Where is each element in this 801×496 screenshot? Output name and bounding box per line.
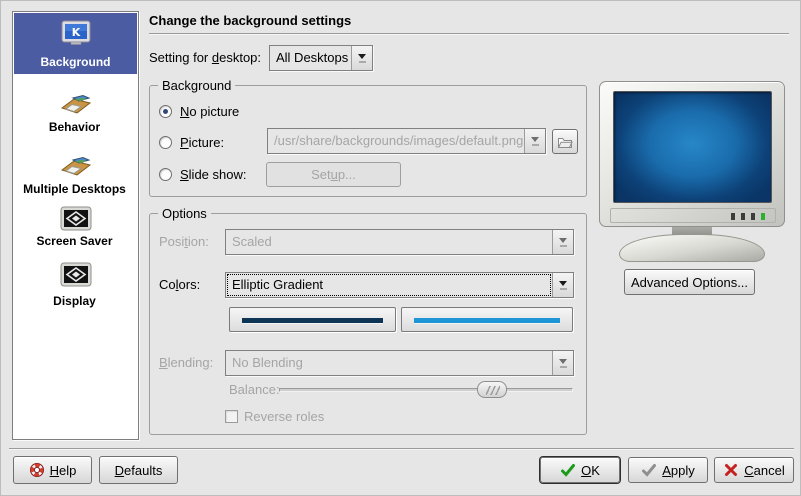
advanced-options-button[interactable]: Advanced Options...: [624, 269, 755, 295]
slide-show-radio[interactable]: [159, 168, 172, 181]
defaults-button[interactable]: Defaults: [99, 456, 178, 484]
background-preview-monitor: [599, 81, 785, 265]
balance-slider[interactable]: [279, 380, 573, 399]
monitor-stand: [619, 234, 765, 262]
sidebar-item-label: Behavior: [13, 120, 136, 134]
chevron-down-icon[interactable]: [351, 46, 372, 70]
header-separator: [149, 33, 789, 35]
picture-radio[interactable]: [159, 136, 172, 149]
setup-button[interactable]: Setup...: [266, 162, 401, 187]
cancel-x-icon: [723, 462, 739, 478]
chevron-down-icon[interactable]: [552, 230, 573, 254]
color1-swatch: [242, 318, 383, 323]
options-group-title: Options: [158, 205, 211, 222]
background-group-title: Background: [158, 77, 235, 94]
background-settings-dialog: K Background Behavior Multiple Desktops: [0, 0, 801, 496]
picture-path-combo[interactable]: /usr/share/backgrounds/images/default.pn…: [267, 128, 546, 154]
monitor-led: [731, 213, 735, 220]
sidebar-item-label: Background: [14, 55, 137, 69]
color2-swatch: [414, 318, 560, 323]
slide-show-label[interactable]: Slide show:: [180, 167, 246, 183]
help-lifebuoy-icon: [29, 462, 45, 478]
color1-button[interactable]: [229, 307, 396, 332]
multiple-desktops-icon: [59, 148, 93, 182]
picture-label[interactable]: Picture:: [180, 135, 224, 151]
monitor-power-led: [761, 213, 765, 220]
monitor-led: [751, 213, 755, 220]
chevron-down-icon[interactable]: [552, 273, 573, 297]
reverse-roles-label[interactable]: Reverse roles: [244, 409, 324, 425]
no-picture-label[interactable]: No picture: [180, 104, 239, 120]
apply-check-icon: [641, 462, 657, 478]
browse-folder-button[interactable]: [552, 129, 578, 154]
position-combo[interactable]: Scaled: [225, 229, 574, 255]
display-icon: [59, 260, 93, 290]
setting-for-desktop-label: Setting for desktop:: [149, 45, 261, 71]
no-picture-radio[interactable]: [159, 105, 172, 118]
balance-slider-handle[interactable]: [477, 381, 507, 398]
monitor-vents: [610, 208, 776, 223]
folder-icon: [557, 134, 573, 150]
sidebar-item-label: Screen Saver: [13, 234, 136, 248]
balance-label: Balance:: [229, 382, 280, 398]
sidebar-item-label: Multiple Desktops: [13, 182, 136, 196]
blending-combo[interactable]: No Blending: [225, 350, 574, 376]
page-title: Change the background settings: [149, 13, 351, 28]
svg-text:K: K: [71, 26, 80, 39]
apply-button[interactable]: Apply: [628, 457, 708, 483]
screensaver-icon: [59, 204, 93, 234]
desktop-behavior-icon: [59, 86, 93, 120]
monitor-screen-preview: [613, 91, 772, 203]
reverse-roles-checkbox[interactable]: [225, 410, 238, 423]
sidebar-item-label: Display: [13, 294, 136, 308]
cancel-button[interactable]: Cancel: [714, 457, 794, 483]
ok-button[interactable]: OK: [540, 457, 620, 483]
background-monitor-icon: K: [59, 16, 93, 50]
help-button[interactable]: Help: [13, 456, 92, 484]
monitor-led: [741, 213, 745, 220]
ok-check-icon: [560, 462, 576, 478]
monitor-bezel: [599, 81, 785, 227]
slider-groove: [279, 388, 573, 392]
picture-path-value: /usr/share/backgrounds/images/default.pn…: [268, 129, 524, 153]
chevron-down-icon[interactable]: [524, 129, 545, 153]
chevron-down-icon[interactable]: [552, 351, 573, 375]
color2-button[interactable]: [401, 307, 573, 332]
footer-separator: [9, 448, 794, 450]
sidebar-item-background[interactable]: K Background: [14, 13, 137, 74]
colors-combo[interactable]: Elliptic Gradient: [225, 272, 574, 298]
blending-label: Blending:: [159, 350, 213, 376]
desktop-select[interactable]: All Desktops: [269, 45, 373, 71]
position-label: Position:: [159, 229, 209, 255]
module-sidebar: K Background Behavior Multiple Desktops: [12, 11, 139, 440]
colors-label: Colors:: [159, 272, 200, 298]
